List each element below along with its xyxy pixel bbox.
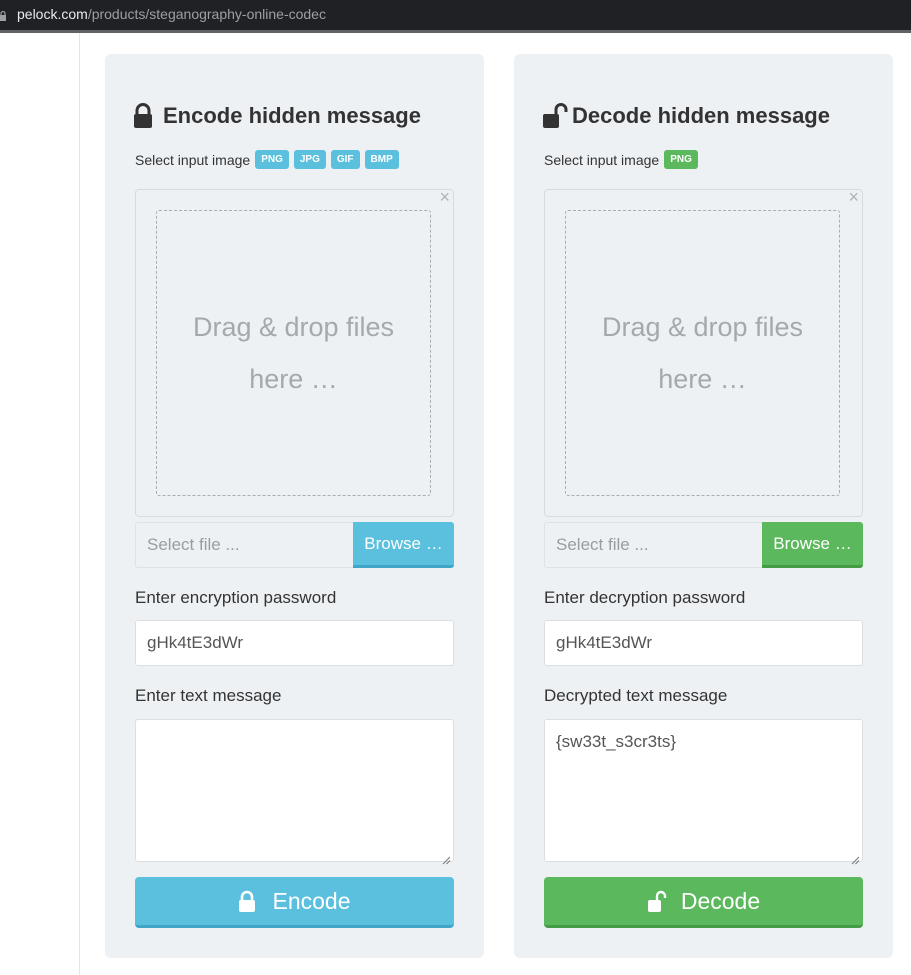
format-badge-gif: GIF: [330, 150, 360, 169]
browse-button[interactable]: Browse …: [762, 522, 863, 568]
resize-handle-icon[interactable]: [851, 850, 860, 865]
url-domain: pelock.com: [17, 6, 88, 22]
decode-button-label: Decode: [680, 887, 761, 914]
lock-icon: [133, 103, 159, 129]
url-text[interactable]: pelock.com/products/steganography-online…: [17, 6, 326, 22]
decode-select-image-label: Select input image PNG: [544, 150, 698, 169]
decode-file-picker: Select file ... Browse …: [544, 522, 863, 568]
decode-button[interactable]: Decode: [544, 877, 863, 928]
text-message-textarea[interactable]: [135, 719, 454, 865]
encode-file-picker: Select file ... Browse …: [135, 522, 454, 568]
encode-title-text: Encode hidden message: [163, 103, 421, 128]
unlock-icon: [647, 890, 669, 912]
decrypted-message-value: {sw33t_s3cr3ts}: [556, 732, 677, 751]
format-badge-png: PNG: [255, 150, 289, 169]
select-image-text: Select input image: [135, 151, 251, 168]
browse-button[interactable]: Browse …: [353, 522, 454, 568]
browser-address-bar[interactable]: pelock.com/products/steganography-online…: [0, 0, 911, 30]
encode-title: Encode hidden message: [133, 102, 421, 130]
text-message-label: Enter text message: [135, 686, 282, 705]
decode-title-text: Decode hidden message: [572, 103, 830, 128]
decode-title: Decode hidden message: [542, 102, 830, 130]
url-path: /products/steganography-online-codec: [87, 6, 326, 22]
select-image-text: Select input image: [544, 151, 660, 168]
encode-dropzone[interactable]: × Drag & drop files here …: [135, 188, 454, 517]
decrypted-message-label: Decrypted text message: [544, 686, 728, 705]
unlock-icon: [542, 103, 568, 129]
lock-icon: [238, 890, 260, 912]
dropzone-area[interactable]: Drag & drop files here …: [156, 210, 431, 496]
encode-button[interactable]: Encode: [135, 877, 454, 928]
encode-button-label: Encode: [272, 887, 351, 914]
format-badge-jpg: JPG: [293, 150, 326, 169]
toolbar-divider: [0, 30, 911, 33]
decrypted-message-textarea[interactable]: {sw33t_s3cr3ts}: [544, 719, 863, 865]
decode-panel: Decode hidden message Select input image…: [514, 54, 893, 958]
encryption-password-label: Enter encryption password: [135, 588, 337, 607]
sidebar-divider: [79, 33, 80, 975]
dropzone-area[interactable]: Drag & drop files here …: [565, 210, 840, 496]
resize-handle-icon[interactable]: [442, 850, 451, 865]
lock-icon: [0, 8, 6, 21]
close-icon[interactable]: ×: [848, 188, 859, 206]
format-badge-bmp: BMP: [364, 150, 399, 169]
decryption-password-label: Enter decryption password: [544, 588, 746, 607]
decode-dropzone[interactable]: × Drag & drop files here …: [544, 188, 863, 517]
encryption-password-input[interactable]: gHk4tE3dWr: [135, 620, 454, 666]
encode-select-image-label: Select input image PNG JPG GIF BMP: [135, 150, 399, 169]
decryption-password-input[interactable]: gHk4tE3dWr: [544, 620, 863, 666]
dropzone-text: Drag & drop files here …: [601, 312, 804, 394]
file-input[interactable]: Select file ...: [135, 522, 353, 568]
file-input[interactable]: Select file ...: [544, 522, 762, 568]
encode-panel: Encode hidden message Select input image…: [105, 54, 484, 958]
format-badge-png: PNG: [664, 150, 698, 169]
dropzone-text: Drag & drop files here …: [192, 312, 395, 394]
close-icon[interactable]: ×: [439, 188, 450, 206]
